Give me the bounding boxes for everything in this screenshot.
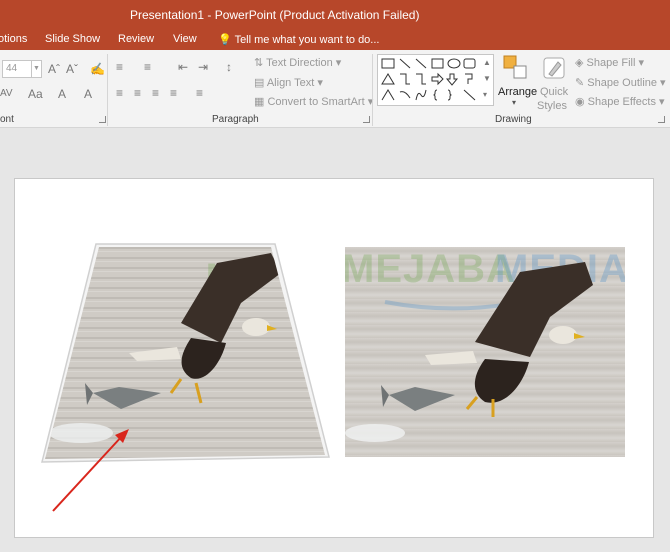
window-title: Presentation1 - PowerPoint (Product Acti… [130, 8, 420, 22]
shape-effects-icon: ◉ [575, 96, 588, 108]
scribble-shape-icon[interactable] [415, 89, 427, 101]
font-color-icon[interactable]: A [58, 87, 66, 101]
drawing-group-label: Drawing [495, 114, 532, 125]
shape-fill-label: Shape Fill [586, 57, 636, 69]
gallery-scroll-up-icon[interactable]: ▲ [483, 58, 491, 67]
right-arrow-shape-icon[interactable] [431, 72, 444, 86]
text-direction-icon: ⇅ [254, 57, 267, 69]
left-brace-shape-icon[interactable] [433, 89, 438, 101]
arrange-dropdown-icon: ▾ [512, 98, 517, 107]
line-spacing-icon[interactable]: ↕ [226, 60, 232, 74]
clear-format-icon[interactable]: ✍ [90, 62, 105, 76]
shapes-gallery[interactable] [377, 54, 494, 106]
freeform-shape-icon[interactable] [381, 89, 395, 101]
tell-me-search[interactable]: 💡 Tell me what you want to do... [218, 33, 379, 46]
char-spacing-icon[interactable]: AV [0, 88, 13, 99]
diagonal-line-shape-icon[interactable] [463, 89, 476, 101]
align-center-icon[interactable]: ≡ [134, 86, 141, 100]
gallery-scroll-down-icon[interactable]: ▼ [483, 74, 491, 83]
arrow-line-shape-icon[interactable] [415, 58, 427, 69]
increase-indent-icon[interactable]: ⇥ [198, 60, 208, 74]
increase-font-icon[interactable]: Aˆ [48, 62, 60, 76]
ribbon: 44 ▼ Aˆ Aˇ ✍ AV Aa A A ont ≡ ≡ ⇤ ⇥ ↕ ≡ ≡… [0, 50, 670, 128]
rounded-rect-shape-icon[interactable] [463, 58, 476, 69]
annotation-arrow [52, 429, 129, 512]
shape-effects-button[interactable]: ◉ Shape Effects ▾ [575, 95, 665, 108]
textbox-shape-icon[interactable] [381, 58, 395, 69]
align-text-button[interactable]: ▤ Align Text ▾ [254, 76, 323, 89]
drawing-dialog-launcher[interactable] [658, 116, 665, 123]
elbow-connector-icon[interactable] [400, 73, 410, 85]
lightbulb-icon: 💡 [218, 34, 232, 46]
change-case-icon[interactable]: Aa [28, 87, 43, 101]
align-left-icon[interactable]: ≡ [116, 86, 123, 100]
justify-icon[interactable]: ≡ [170, 86, 177, 100]
original-picture[interactable]: MEJABA MEDIA [345, 247, 625, 457]
bent-arrow-shape-icon[interactable] [465, 73, 473, 84]
shape-fill-button[interactable]: ◈ Shape Fill ▾ [575, 56, 644, 69]
slide-workspace: ME MEJABA [0, 128, 670, 552]
font-size-dropdown-icon[interactable]: ▼ [31, 61, 41, 77]
text-direction-button[interactable]: ⇅ Text Direction ▾ [254, 56, 341, 69]
shape-outline-label: Shape Outline [587, 77, 657, 89]
arrange-button[interactable]: Arrange ▾ [496, 54, 538, 110]
paragraph-group-label: Paragraph [212, 114, 259, 125]
ribbon-tabs: otions Slide Show Review View 💡 Tell me … [0, 30, 670, 50]
text-effects-icon[interactable]: A [84, 87, 92, 101]
text-direction-label: Text Direction [266, 57, 333, 69]
quick-label: Quick [540, 86, 569, 98]
gallery-more-icon[interactable]: ▾ [483, 90, 487, 99]
convert-smartart-label: Convert to SmartArt [267, 96, 365, 108]
rectangle-shape-icon[interactable] [431, 58, 444, 69]
curve-shape-icon[interactable] [399, 91, 411, 99]
quick-styles-button[interactable]: Quick Styles [536, 54, 574, 112]
shapes-grid [381, 58, 476, 101]
line-shape-icon[interactable] [399, 58, 411, 69]
shape-outline-button[interactable]: ✎ Shape Outline ▾ [575, 76, 666, 89]
down-arrow-shape-icon[interactable] [445, 73, 459, 86]
quick-styles-icon [543, 57, 565, 79]
eagle-image [345, 262, 593, 442]
align-text-icon: ▤ [254, 77, 267, 89]
paragraph-dialog-launcher[interactable] [363, 116, 370, 123]
align-text-label: Align Text [266, 77, 315, 89]
font-dialog-launcher[interactable] [99, 116, 106, 123]
elbow-arrow-connector-icon[interactable] [416, 73, 426, 85]
tab-transitions[interactable]: otions [0, 33, 27, 45]
bullets-icon[interactable]: ≡ [116, 60, 123, 74]
numbering-icon[interactable]: ≡ [144, 60, 151, 74]
arrange-label: Arrange [498, 86, 538, 98]
shape-outline-icon: ✎ [575, 77, 588, 89]
columns-icon[interactable]: ≡ [196, 86, 203, 100]
font-size-value: 44 [6, 63, 18, 74]
title-bar: Presentation1 - PowerPoint (Product Acti… [0, 0, 670, 30]
styles-label: Styles [537, 100, 567, 112]
convert-smartart-button[interactable]: ▦ Convert to SmartArt ▾ [254, 95, 373, 108]
triangle-shape-icon[interactable] [381, 73, 395, 85]
group-separator [107, 54, 108, 126]
shape-effects-label: Shape Effects [587, 96, 656, 108]
decrease-font-icon[interactable]: Aˇ [66, 62, 78, 76]
align-right-icon[interactable]: ≡ [152, 86, 159, 100]
font-group-label: ont [0, 114, 14, 125]
right-brace-shape-icon[interactable] [447, 89, 452, 101]
arrange-icon [503, 55, 527, 79]
slide-canvas[interactable]: ME MEJABA [14, 178, 654, 538]
font-size-input[interactable]: 44 ▼ [2, 60, 42, 78]
tab-view[interactable]: View [173, 33, 197, 45]
shape-fill-icon: ◈ [575, 57, 587, 69]
oval-shape-icon[interactable] [447, 58, 461, 69]
group-separator [372, 54, 373, 126]
smartart-icon: ▦ [254, 96, 268, 108]
tab-slide-show[interactable]: Slide Show [45, 33, 100, 45]
tell-me-text: Tell me what you want to do... [234, 34, 380, 46]
tab-review[interactable]: Review [118, 33, 154, 45]
decrease-indent-icon[interactable]: ⇤ [178, 60, 188, 74]
